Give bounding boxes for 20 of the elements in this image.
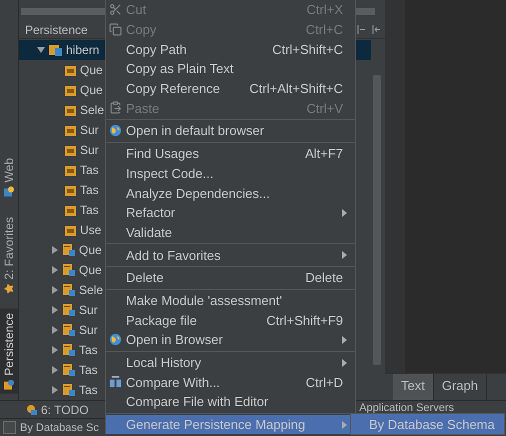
tree-label: Sele <box>80 103 104 117</box>
tree-label: Que <box>79 263 102 277</box>
tree-label: Que <box>79 243 102 257</box>
tree-label: Tas <box>80 163 99 177</box>
tree-label: Que <box>80 63 103 77</box>
tree-label: Tas <box>79 383 98 397</box>
tree-label: Sur <box>80 123 99 137</box>
tree-label: Que <box>80 83 103 97</box>
tree-label: Sur <box>80 143 99 157</box>
tree-label: Tas <box>79 343 98 357</box>
checkbox-label: By Database Sc <box>20 422 99 434</box>
tree-label: Tas <box>80 203 99 217</box>
tree-label: Use <box>80 223 102 237</box>
tree-label: Sur <box>79 303 98 317</box>
panel-title: Persistence <box>25 22 88 37</box>
tree-label: Tas <box>80 183 99 197</box>
tree-label: Tas <box>79 363 98 377</box>
tree-label: hibern <box>66 43 100 57</box>
tree-label: Sur <box>79 323 98 337</box>
tree-label: Sele <box>79 283 104 297</box>
